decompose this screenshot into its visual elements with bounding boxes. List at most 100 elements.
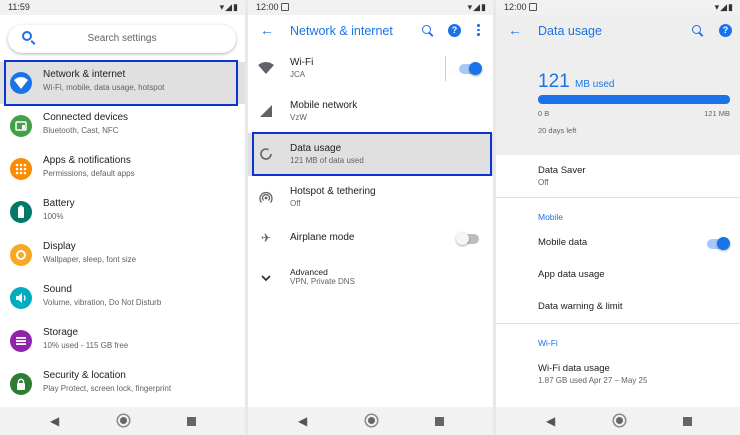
- home-nav-icon[interactable]: [366, 415, 377, 426]
- settings-item-subtitle: 10% used - 115 GB free: [43, 341, 129, 350]
- network-item-subtitle: JCA: [290, 70, 306, 79]
- search-placeholder: Search settings: [87, 33, 157, 44]
- settings-item-title: Apps & notifications: [43, 155, 131, 166]
- devices-icon: [10, 115, 32, 137]
- status-time: 12:00: [504, 2, 527, 12]
- chevron-down-icon: [258, 270, 274, 286]
- vertical-separator: [445, 56, 446, 81]
- nav-bar: ◀: [0, 407, 245, 435]
- usage-unit: MB used: [574, 79, 615, 90]
- settings-item-storage[interactable]: Storage 10% used - 115 GB free: [0, 320, 245, 362]
- network-item-hotspot[interactable]: Hotspot & tethering Off: [248, 176, 493, 219]
- mobile-data-toggle[interactable]: [707, 237, 730, 250]
- usage-progress-bar: [538, 95, 730, 104]
- home-nav-icon[interactable]: [118, 415, 129, 426]
- settings-item-title: Security & location: [43, 370, 126, 381]
- storage-icon: [10, 330, 32, 352]
- settings-item-battery[interactable]: Battery 100%: [0, 191, 245, 233]
- network-item-subtitle: Off: [290, 199, 301, 208]
- highlight-box: [4, 60, 238, 106]
- airplane-icon: ✈: [260, 231, 272, 245]
- settings-item-title: Storage: [43, 327, 79, 338]
- wifi-toggle[interactable]: [459, 62, 482, 75]
- search-icon[interactable]: [692, 25, 701, 34]
- settings-item-title: Connected devices: [43, 112, 129, 123]
- lock-icon: [10, 373, 32, 395]
- home-nav-icon[interactable]: [614, 415, 625, 426]
- battery-icon: [10, 201, 32, 223]
- network-item-wifi[interactable]: Wi-Fi JCA: [248, 47, 493, 90]
- airplane-toggle[interactable]: [456, 232, 479, 245]
- more-options-icon[interactable]: [477, 24, 480, 38]
- settings-panel: 11:59 ▾◢▮ Search settings Network & inte…: [0, 0, 245, 435]
- volume-icon: [10, 287, 32, 309]
- back-arrow-icon[interactable]: ←: [508, 22, 522, 38]
- help-icon[interactable]: ?: [448, 24, 461, 37]
- network-item-advanced[interactable]: Advanced VPN, Private DNS: [248, 257, 493, 300]
- status-icons: ▾◢▮: [714, 2, 734, 12]
- settings-item-security[interactable]: Security & location Play Protect, screen…: [0, 363, 245, 405]
- network-item-subtitle: VzW: [290, 113, 307, 122]
- settings-item-display[interactable]: Display Wallpaper, sleep, font size: [0, 234, 245, 276]
- app-data-usage-title: App data usage: [538, 269, 605, 280]
- wifi-data-subtitle: 1.87 GB used Apr 27 – May 25: [538, 376, 648, 385]
- settings-item-title: Battery: [43, 198, 75, 209]
- sim-icon: [529, 3, 537, 11]
- settings-item-title: Display: [43, 241, 76, 252]
- status-icons: ▾◢▮: [467, 2, 487, 12]
- network-item-title: Airplane mode: [290, 232, 355, 243]
- usage-bar-max: 121 MB: [704, 109, 730, 118]
- sim-icon: [281, 3, 289, 11]
- network-item-title: Advanced: [290, 267, 328, 277]
- settings-item-subtitle: Wallpaper, sleep, font size: [43, 255, 137, 264]
- settings-item-sound[interactable]: Sound Volume, vibration, Do Not Disturb: [0, 277, 245, 319]
- network-item-mobile[interactable]: Mobile network VzW: [248, 90, 493, 133]
- network-item-subtitle: VPN, Private DNS: [290, 277, 355, 286]
- data-warning-title: Data warning & limit: [538, 301, 623, 312]
- network-item-title: Hotspot & tethering: [290, 186, 376, 197]
- apps-icon: [10, 158, 32, 180]
- settings-item-subtitle: Volume, vibration, Do Not Disturb: [43, 298, 162, 307]
- brightness-icon: [10, 244, 32, 266]
- network-item-airplane[interactable]: ✈ Airplane mode: [248, 217, 493, 260]
- page-title: Network & internet: [290, 24, 393, 38]
- toolbar: ← Network & internet ?: [248, 15, 493, 47]
- status-time: 11:59: [8, 2, 30, 12]
- data-usage-panel: 12:00 ▾◢▮ ← Data usage ? 121 MB used 0 B…: [496, 0, 740, 435]
- back-nav-icon[interactable]: ◀: [546, 414, 555, 428]
- status-time: 12:00: [256, 2, 279, 12]
- status-bar: 12:00 ▾◢▮: [248, 0, 493, 15]
- status-icons: ▾◢▮: [219, 2, 239, 12]
- help-icon[interactable]: ?: [719, 24, 732, 37]
- recents-nav-icon[interactable]: [683, 417, 692, 426]
- back-nav-icon[interactable]: ◀: [50, 414, 59, 428]
- usage-summary: 121 MB used 0 B 121 MB 20 days left: [496, 47, 740, 155]
- page-title: Data usage: [538, 24, 602, 38]
- usage-progress-fill: [538, 95, 730, 104]
- divider: [496, 197, 740, 198]
- network-item-title: Wi-Fi: [290, 57, 314, 68]
- section-header-mobile: Mobile: [538, 212, 564, 222]
- settings-item-title: Sound: [43, 284, 72, 295]
- data-saver-subtitle: Off: [538, 178, 549, 187]
- settings-item-subtitle: 100%: [43, 212, 64, 221]
- mobile-data-item[interactable]: Mobile data: [496, 237, 740, 251]
- search-settings-bar[interactable]: Search settings: [8, 25, 236, 53]
- data-saver-title: Data Saver: [538, 165, 586, 176]
- back-arrow-icon[interactable]: ←: [260, 22, 274, 38]
- nav-bar: ◀: [496, 407, 740, 435]
- settings-item-subtitle: Permissions, default apps: [43, 169, 135, 178]
- settings-item-connected-devices[interactable]: Connected devices Bluetooth, Cast, NFC: [0, 105, 245, 147]
- back-nav-icon[interactable]: ◀: [298, 414, 307, 428]
- network-internet-panel: 12:00 ▾◢▮ ← Network & internet ? Wi-Fi J…: [248, 0, 493, 435]
- section-header-wifi: Wi-Fi: [538, 338, 558, 348]
- usage-amount: 121 MB used: [538, 71, 614, 93]
- highlight-box: [252, 132, 492, 176]
- recents-nav-icon[interactable]: [187, 417, 196, 426]
- mobile-data-title: Mobile data: [538, 237, 588, 248]
- search-icon[interactable]: [422, 25, 431, 34]
- toolbar: ← Data usage ?: [496, 15, 740, 47]
- usage-bar-min: 0 B: [538, 109, 550, 118]
- recents-nav-icon[interactable]: [435, 417, 444, 426]
- settings-item-apps[interactable]: Apps & notifications Permissions, defaul…: [0, 148, 245, 190]
